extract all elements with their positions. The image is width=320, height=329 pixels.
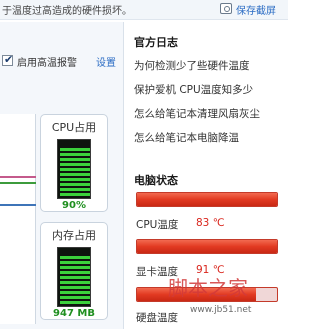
disk-temp-label: 硬盘温度 <box>136 312 178 324</box>
gpu-temp-bar <box>136 239 278 254</box>
save-screenshot-link[interactable]: 保存截屏 <box>236 2 276 17</box>
memory-usage-value: 947 MB <box>53 308 95 319</box>
cpu-usage-meter: CPU占用 90% <box>40 114 108 212</box>
checkmark-icon: ✔ <box>4 53 14 66</box>
memory-usage-meter: 内存占用 947 MB <box>40 222 108 320</box>
cpu-usage-value: 90% <box>62 200 86 211</box>
temperature-graph <box>0 114 36 324</box>
memory-usage-title: 内存占用 <box>52 229 96 242</box>
cpu-usage-gauge <box>57 139 91 199</box>
cpu-usage-gauge-fill <box>60 146 90 196</box>
log-link[interactable]: 保护爱机 CPU温度知多少 <box>134 82 253 97</box>
cpu-temp-label: CPU温度 <box>136 219 179 231</box>
cpu-temp-bar-fill <box>137 193 277 206</box>
log-link[interactable]: 怎么给笔记本清理风扇灰尘 <box>134 106 260 121</box>
memory-usage-gauge-fill <box>60 256 90 304</box>
cpu-usage-title: CPU占用 <box>51 121 97 134</box>
official-log-title: 官方日志 <box>134 36 178 49</box>
high-temp-alarm-checkbox[interactable]: ✔ <box>2 53 14 66</box>
top-strip: 于温度过高造成的硬件损坏。 保存截屏 <box>0 0 288 20</box>
warning-hint: 于温度过高造成的硬件损坏。 <box>2 6 132 17</box>
graph-series-line <box>0 204 36 206</box>
memory-usage-gauge <box>57 247 91 307</box>
cpu-temp-bar <box>136 192 278 207</box>
gpu-temp-bar-fill <box>137 240 277 253</box>
log-link[interactable]: 为何检测少了些硬件温度 <box>134 58 250 73</box>
graph-series-line <box>0 182 36 184</box>
monitor-panel: ✔ 启用高温报警 设置 CPU占用 90% 内存占用 947 MB <box>0 22 124 329</box>
alarm-settings-link[interactable]: 设置 <box>96 54 116 69</box>
screenshot-icon[interactable] <box>220 3 232 14</box>
cpu-temp-value: 83 ℃ <box>196 217 225 229</box>
log-link[interactable]: 怎么给笔记本电脑降温 <box>134 130 239 145</box>
graph-series-line <box>0 176 36 178</box>
watermark-url: www.jb51.net <box>190 305 252 315</box>
pc-status-title: 电脑状态 <box>134 174 178 187</box>
watermark-logo: 脚本之家 <box>168 276 248 300</box>
high-temp-alarm-label: 启用高温报警 <box>17 58 77 69</box>
